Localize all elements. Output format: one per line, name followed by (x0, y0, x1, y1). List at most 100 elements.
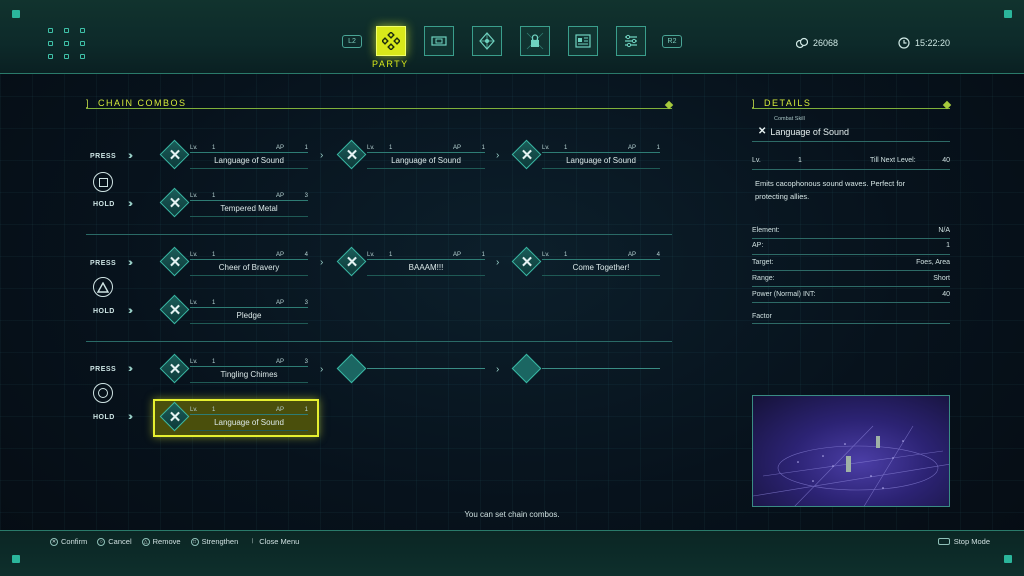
skill-name: Tingling Chimes (220, 370, 278, 379)
combo-slot[interactable]: ✕ Lv. 1 AP 1 Language of Sound (511, 139, 664, 171)
chevrons-icon: ››› (128, 411, 133, 423)
triangle-button-icon: △ (141, 537, 150, 546)
combo-slot-selected[interactable]: ✕ Lv. 1 AP 1 Language of Sound (159, 401, 312, 433)
level-value: 1 (798, 157, 802, 164)
currency: 26068 (796, 37, 838, 49)
divider (752, 238, 950, 239)
clock-icon (898, 37, 910, 49)
tab-crystal[interactable] (472, 26, 502, 56)
square-button-icon: □ (190, 537, 199, 546)
top-bar: L2 R2 PARTY 26068 15:22:20 (0, 0, 1024, 74)
tab-party[interactable] (376, 26, 406, 56)
combo-slot[interactable]: ✕ Lv. 1 AP 3 Pledge (159, 294, 312, 326)
close-menu-control[interactable]: ❘ Close Menu (248, 537, 299, 546)
tab-datalog[interactable] (568, 26, 598, 56)
empty-combo-slot[interactable] (336, 353, 489, 385)
datalog-icon (575, 34, 591, 48)
cancel-control[interactable]: ○ Cancel (97, 537, 132, 546)
r2-button[interactable]: R2 (662, 35, 682, 48)
party-icon (382, 32, 400, 50)
preview-scene (753, 425, 949, 506)
level-row: Lv. 1 Till Next Level: 40 (752, 157, 950, 164)
combo-slot[interactable]: ✕ Lv. 1 AP 4 Come Together! (511, 246, 664, 278)
next-arrow-icon: › (320, 150, 324, 161)
hold-label: HOLD (93, 201, 115, 208)
stat-row: Element: N/A (752, 227, 950, 234)
remove-control[interactable]: △ Remove (141, 537, 181, 546)
skill-name: BAAAM!!! (408, 263, 444, 272)
chain-combos-header: ] CHAIN COMBOS (86, 98, 674, 110)
l2-button[interactable]: L2 (342, 35, 362, 48)
next-arrow-icon: › (320, 364, 324, 375)
strengthen-control[interactable]: □ Strengthen (190, 537, 238, 546)
combat-skill-icon: ✕ (520, 147, 534, 164)
divider (752, 270, 950, 271)
menu-dots-icon (48, 28, 86, 59)
corner-mark (12, 10, 20, 18)
press-label: PRESS (90, 366, 117, 373)
combat-skill-icon: ✕ (345, 147, 359, 164)
skill-name: Language of Sound (214, 418, 284, 427)
combat-skill-icon: ✕ (520, 254, 534, 271)
stat-row: Power (Normal) INT: 40 (752, 291, 950, 298)
combo-slot[interactable]: ✕ Lv. 1 AP 1 Language of Sound (336, 139, 489, 171)
hint-text: You can set chain combos. (464, 510, 560, 519)
skill-description: Emits cacophonous sound waves. Perfect f… (755, 179, 906, 201)
tab-equipment[interactable] (424, 26, 454, 56)
combo-slot[interactable]: ✕ Lv. 1 AP 1 Language of Sound (159, 139, 312, 171)
next-arrow-icon: › (496, 257, 500, 268)
divider (752, 141, 950, 142)
control-hints: ✕ Confirm ○ Cancel △ Remove □ Strengthen ❘ Cl… (50, 537, 299, 546)
touchpad-icon: ❘ (250, 537, 255, 544)
settings-icon (625, 34, 637, 48)
combo-slot[interactable]: ✕ Lv. 1 AP 4 Cheer of Bravery (159, 246, 312, 278)
skill-preview-video (752, 395, 950, 507)
details-title: DETAILS (764, 98, 812, 108)
combat-skill-icon: ✕ (168, 409, 182, 426)
hold-label: HOLD (93, 308, 115, 315)
skill-name: Language of Sound (391, 156, 461, 165)
combat-skill-icon: ✕ (168, 147, 182, 164)
nav-tabs: L2 R2 (340, 26, 690, 56)
equipment-icon (431, 36, 447, 46)
next-arrow-icon: › (496, 150, 500, 161)
combo-slot[interactable]: ✕ Lv. 1 AP 3 Tingling Chimes (159, 353, 312, 385)
combat-skill-icon: ✕ (168, 302, 182, 319)
press-label: PRESS (90, 260, 117, 267)
divider (752, 323, 950, 324)
corner-mark (1004, 10, 1012, 18)
confirm-control[interactable]: ✕ Confirm (50, 537, 87, 546)
chevrons-icon: ››› (128, 305, 133, 317)
currency-icon (796, 37, 808, 49)
square-button-icon (93, 172, 113, 192)
clock-value: 15:22:20 (915, 38, 951, 48)
currency-value: 26068 (813, 38, 839, 48)
clock: 15:22:20 (898, 37, 950, 49)
next-arrow-icon: › (496, 364, 500, 375)
skill-name: Language of Sound (214, 156, 284, 165)
chevrons-icon: ››› (128, 150, 133, 162)
lock-icon (526, 32, 544, 50)
tab-lock[interactable] (520, 26, 550, 56)
stat-row: Range: Short (752, 275, 950, 282)
divider (752, 286, 950, 287)
empty-combo-slot[interactable] (511, 353, 664, 385)
combo-slot[interactable]: ✕ Lv. 1 AP 3 Tempered Metal (159, 187, 312, 219)
stop-mode-control[interactable]: Stop Mode (937, 537, 990, 546)
skill-category: Combat Skill (774, 116, 805, 122)
details-header: ] DETAILS (752, 98, 952, 110)
skill-name: Tempered Metal (220, 204, 278, 213)
skill-name: Come Together! (572, 263, 630, 272)
stat-row: Target: Foes, Area (752, 259, 950, 266)
next-level-label: Till Next Level: (870, 157, 916, 164)
circle-button-icon: ○ (97, 537, 106, 546)
touchpad-button-icon (937, 538, 950, 545)
combo-slot[interactable]: ✕ Lv. 1 AP 1 BAAAM!!! (336, 246, 489, 278)
skill-name: Pledge (236, 311, 262, 320)
tab-settings[interactable] (616, 26, 646, 56)
skill-name: Cheer of Bravery (218, 263, 280, 272)
divider (752, 169, 950, 170)
group-divider (86, 234, 672, 235)
stat-row: Factor (752, 313, 772, 320)
chevrons-icon: ››› (128, 257, 133, 269)
